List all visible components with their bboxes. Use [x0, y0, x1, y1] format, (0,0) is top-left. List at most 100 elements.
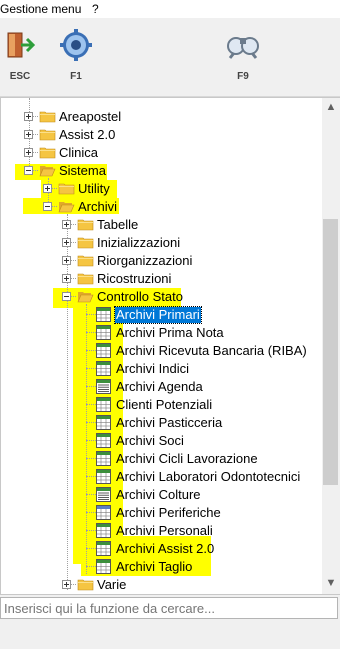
tree-node-label[interactable]: Ricostruzioni — [96, 271, 172, 287]
folder-icon — [77, 579, 94, 591]
list-icon — [96, 487, 111, 502]
tree-node-label[interactable]: Controllo Stato — [96, 289, 184, 305]
tree-node-label[interactable]: Archivi Soci — [115, 433, 185, 449]
tree-node[interactable]: Archivi Pasticceria — [1, 414, 323, 432]
exit-door-icon — [7, 32, 36, 58]
open-folder-icon — [39, 166, 56, 177]
tree-node[interactable]: Archivi Soci — [1, 432, 323, 450]
folder-icon — [39, 147, 56, 159]
table-icon — [96, 433, 111, 448]
tree-node-label[interactable]: Archivi Agenda — [115, 379, 204, 395]
tree-node[interactable]: Riorganizzazioni — [1, 252, 323, 270]
f9-label: F9 — [237, 71, 249, 82]
tree-node-label[interactable]: Archivi Ricevuta Bancaria (RIBA) — [115, 343, 308, 359]
tree-node-label[interactable]: Utility — [77, 181, 111, 197]
table-icon — [96, 361, 111, 376]
tree-node[interactable]: Clienti Potenziali — [1, 396, 323, 414]
tree-node-label[interactable]: Archivi Primari — [114, 306, 202, 324]
tree-node[interactable]: Tabelle — [1, 216, 323, 234]
tree-node-label[interactable]: Archivi Indici — [115, 361, 190, 377]
open-folder-icon — [58, 202, 75, 213]
tree-node[interactable]: Ricostruzioni — [1, 270, 323, 288]
menu-help[interactable]: ? — [92, 2, 99, 16]
scroll-down-arrow-icon[interactable]: ▼ — [322, 574, 340, 592]
tree-node-label[interactable]: Archivi Taglio — [115, 559, 193, 575]
table-icon — [96, 325, 111, 340]
tree-node[interactable]: Clinica — [1, 144, 323, 162]
tree-node[interactable]: Sistema — [1, 162, 323, 180]
tree-node-label[interactable]: Archivi Prima Nota — [115, 325, 225, 341]
tree-node-label[interactable]: Archivi Colture — [115, 487, 202, 503]
collapse-icon[interactable] — [24, 166, 33, 175]
expand-icon[interactable] — [62, 580, 71, 589]
tree-node-label[interactable]: Inizializzazioni — [96, 235, 181, 251]
tree-scrollbar[interactable]: ▲ ▼ — [322, 97, 340, 595]
table-icon — [96, 397, 111, 412]
tree-node-label[interactable]: Assist 2.0 — [58, 127, 116, 143]
tree-node-label[interactable]: Archivi Periferiche — [115, 505, 222, 521]
binoculars-icon — [227, 37, 259, 59]
tree-node[interactable]: Archivi Personali — [1, 522, 323, 540]
f1-label: F1 — [70, 71, 82, 82]
tree-node-label[interactable]: Archivi Assist 2.0 — [115, 541, 215, 557]
tree-node[interactable]: Archivi Ricevuta Bancaria (RIBA) — [1, 342, 323, 360]
tree-node-label[interactable]: Archivi — [77, 199, 118, 215]
tree-node[interactable]: Archivi Cicli Lavorazione — [1, 450, 323, 468]
table-icon — [96, 451, 111, 466]
tree-node[interactable]: Archivi Indici — [1, 360, 323, 378]
tree-node-label[interactable]: Archivi Personali — [115, 523, 214, 539]
menu-tree[interactable]: Areapostel Assist 2.0 Clinica Sistema Utilit… — [0, 97, 324, 595]
list-icon — [96, 379, 111, 394]
tree-node-label[interactable]: Clienti Potenziali — [115, 397, 213, 413]
expand-icon[interactable] — [24, 112, 33, 121]
collapse-icon[interactable] — [43, 202, 52, 211]
scroll-thumb[interactable] — [323, 219, 338, 485]
tree-node[interactable]: Archivi Periferiche — [1, 504, 323, 522]
collapse-icon[interactable] — [62, 292, 71, 301]
tree-node-label[interactable]: Archivi Laboratori Odontotecnici — [115, 469, 301, 485]
tree-node-label[interactable]: Clinica — [58, 145, 99, 161]
f9-button[interactable]: F9 — [223, 28, 263, 82]
toolbar: ESC F1 F9 — [0, 18, 340, 97]
tree-node-label[interactable]: Archivi Cicli Lavorazione — [115, 451, 259, 467]
tree-node[interactable]: Archivi Colture — [1, 486, 323, 504]
scroll-up-arrow-icon[interactable]: ▲ — [322, 98, 340, 116]
expand-icon[interactable] — [62, 274, 71, 283]
expand-icon[interactable] — [62, 238, 71, 247]
expand-icon[interactable] — [62, 256, 71, 265]
tree-node-label[interactable]: Varie — [96, 577, 127, 593]
expand-icon[interactable] — [62, 220, 71, 229]
table-icon — [96, 469, 111, 484]
folder-icon — [58, 183, 75, 195]
tree-node[interactable]: Archivi Taglio — [1, 558, 323, 576]
tree-node[interactable]: Assist 2.0 — [1, 126, 323, 144]
tree-node[interactable]: Archivi Primari — [1, 306, 323, 324]
tree-node-label[interactable]: Tabelle — [96, 217, 139, 233]
tree-node[interactable]: Varie — [1, 576, 323, 594]
function-search-input[interactable] — [0, 597, 338, 619]
tree-node-label[interactable]: Sistema — [58, 163, 107, 179]
tree-node[interactable]: Archivi — [1, 198, 323, 216]
tree-node-label[interactable]: Riorganizzazioni — [96, 253, 193, 269]
tree-node[interactable]: Archivi Laboratori Odontotecnici — [1, 468, 323, 486]
expand-icon[interactable] — [24, 148, 33, 157]
tree-node[interactable]: Inizializzazioni — [1, 234, 323, 252]
folder-icon — [77, 255, 94, 267]
f1-button[interactable]: F1 — [56, 28, 96, 82]
menu-gestione[interactable]: Gestione menu — [0, 2, 81, 16]
tree-node[interactable]: Archivi Agenda — [1, 378, 323, 396]
tree-node-label[interactable]: Areapostel — [58, 109, 122, 125]
expand-icon[interactable] — [43, 184, 52, 193]
tree-node[interactable]: Areapostel — [1, 108, 323, 126]
tree-node[interactable]: Archivi Prima Nota — [1, 324, 323, 342]
folder-icon — [77, 273, 94, 285]
tree-node[interactable]: Controllo Stato — [1, 288, 323, 306]
folder-icon — [77, 237, 94, 249]
esc-button[interactable]: ESC — [0, 28, 40, 82]
tree-node-label[interactable]: Archivi Pasticceria — [115, 415, 223, 431]
folder-icon — [39, 111, 56, 123]
tree-node[interactable]: Utility — [1, 180, 323, 198]
table-icon — [96, 505, 111, 520]
tree-node[interactable]: Archivi Assist 2.0 — [1, 540, 323, 558]
expand-icon[interactable] — [24, 130, 33, 139]
